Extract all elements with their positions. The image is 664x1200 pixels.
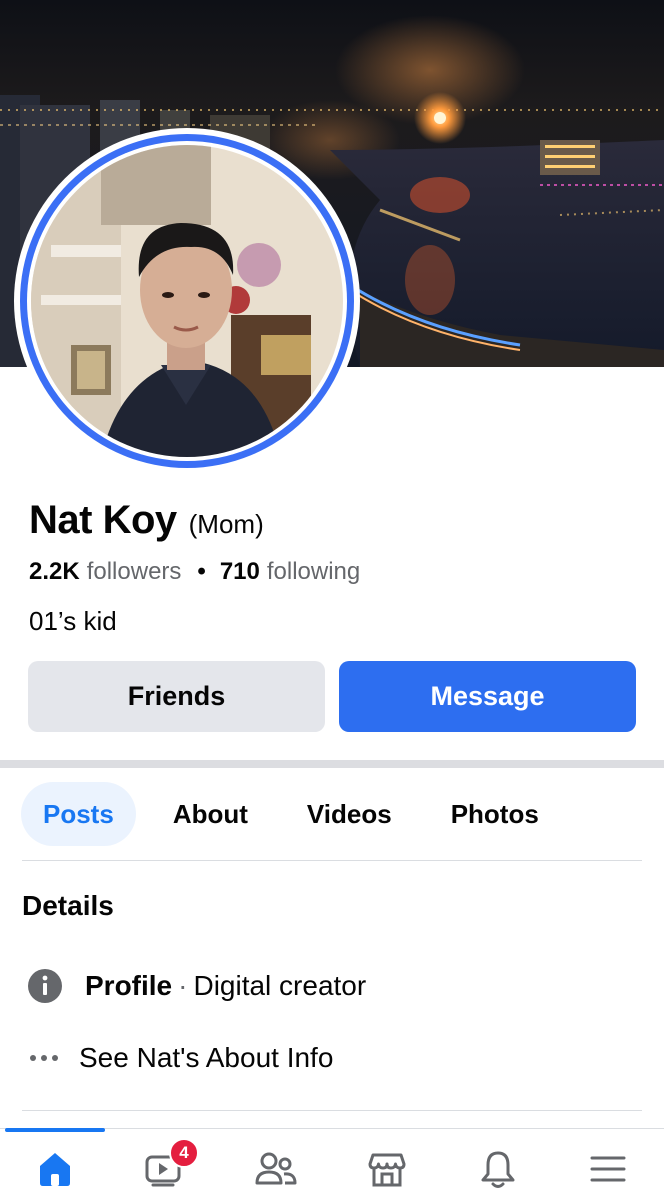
details-title: Details: [22, 890, 114, 921]
profile-separator: ·: [178, 970, 188, 1001]
followers-count[interactable]: 2.2K: [29, 558, 80, 586]
more-dots-icon: [25, 1038, 65, 1078]
section-divider: [0, 760, 664, 768]
menu-icon: [590, 1156, 626, 1182]
nav-menu[interactable]: [578, 1141, 638, 1197]
avatar-frame: [27, 141, 347, 461]
profile-name: Nat Koy: [29, 498, 177, 542]
alternate-name: (Mom): [188, 509, 264, 539]
followers-label[interactable]: followers: [87, 558, 182, 586]
see-about-row[interactable]: See Nat's About Info: [25, 1038, 333, 1078]
tab-about[interactable]: About: [151, 782, 270, 846]
following-label[interactable]: following: [267, 558, 360, 586]
profile-tabs: Posts About Videos Photos: [21, 782, 576, 846]
active-tab-indicator: [5, 1128, 105, 1132]
message-button[interactable]: Message: [339, 661, 636, 732]
bell-icon: [481, 1151, 515, 1188]
tab-posts[interactable]: Posts: [21, 782, 136, 846]
following-count[interactable]: 710: [220, 558, 260, 586]
nav-video[interactable]: 4: [133, 1138, 199, 1197]
friends-button[interactable]: Friends: [28, 661, 325, 732]
follow-stats: 2.2K followers • 710 following: [29, 558, 360, 586]
details-divider: [22, 1110, 642, 1111]
friends-icon: [255, 1152, 297, 1185]
notification-badge: 4: [169, 1138, 199, 1168]
avatar-photo: [31, 145, 343, 457]
nav-notifications[interactable]: [468, 1141, 528, 1197]
tab-videos[interactable]: Videos: [285, 782, 414, 846]
profile-avatar[interactable]: [14, 128, 360, 474]
profile-name-row: Nat Koy (Mom): [29, 498, 264, 543]
info-icon: [25, 966, 65, 1006]
marketplace-icon: [368, 1153, 406, 1187]
tab-photos[interactable]: Photos: [429, 782, 561, 846]
profile-category: Digital creator: [193, 970, 367, 1001]
profile-bio: 01’s kid: [29, 606, 117, 636]
home-icon: [40, 1153, 70, 1186]
bottom-navbar: 4: [0, 1128, 664, 1200]
profile-label: Profile: [85, 970, 173, 1001]
tabs-divider: [22, 860, 642, 861]
separator-dot: •: [197, 558, 206, 585]
see-about-link[interactable]: See Nat's About Info: [79, 1042, 333, 1074]
nav-home[interactable]: [25, 1141, 85, 1197]
nav-marketplace[interactable]: [357, 1141, 417, 1197]
nav-friends[interactable]: [246, 1141, 306, 1197]
profile-category-row: Profile · Digital creator: [25, 966, 366, 1006]
